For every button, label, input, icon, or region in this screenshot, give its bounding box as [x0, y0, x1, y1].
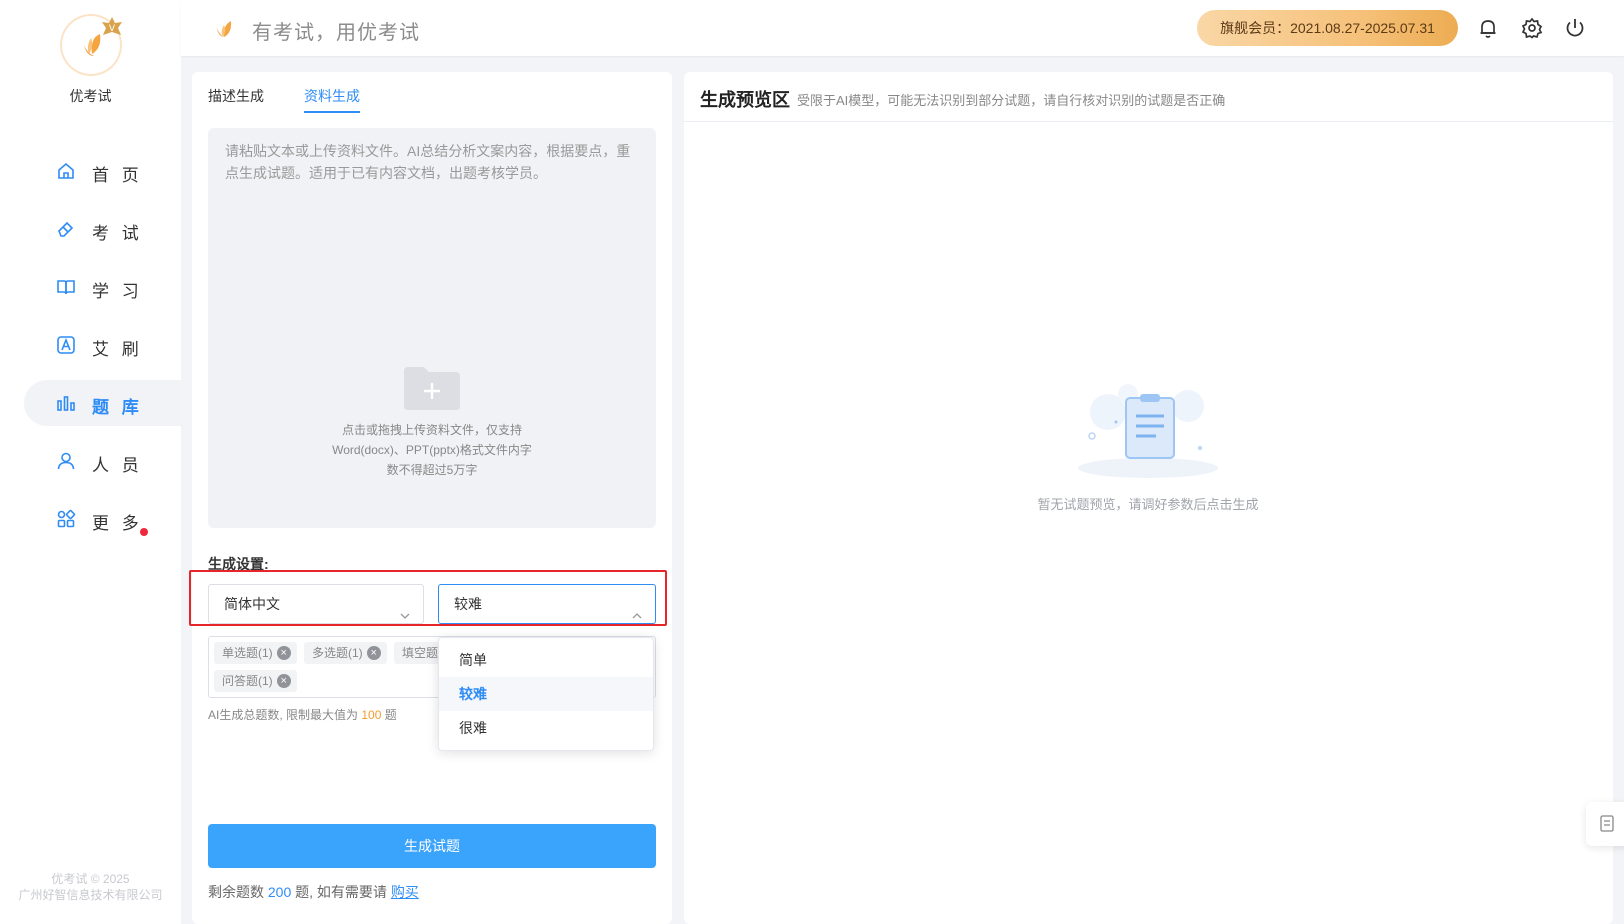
tag-label: 填空题	[402, 646, 439, 660]
remaining-count: 200	[267, 884, 292, 900]
svg-text:V: V	[109, 24, 116, 34]
apps-icon	[55, 508, 77, 530]
limit-max-value: 100	[361, 708, 382, 722]
app-logo-small	[215, 16, 235, 40]
sidebar-item-aishua[interactable]: 艾 刷	[0, 322, 181, 368]
gear-icon[interactable]	[1520, 16, 1544, 40]
language-select[interactable]: 简体中文	[208, 584, 424, 624]
sidebar-item-home[interactable]: 首 页	[0, 148, 181, 194]
remaining-prefix: 剩余题数	[208, 884, 268, 900]
dropdown-option-easy[interactable]: 简单	[439, 643, 653, 677]
eraser-icon	[55, 218, 77, 240]
tag-label: 单选题(1)	[222, 646, 273, 660]
sidebar-item-label: 考 试	[92, 224, 143, 243]
tag-short-answer[interactable]: 问答题(1) ×	[214, 670, 297, 692]
sidebar-item-more[interactable]: 更 多	[0, 496, 181, 542]
limit-note: AI生成总题数, 限制最大值为 100 题	[208, 706, 397, 723]
dropdown-option-very-hard[interactable]: 很难	[439, 711, 653, 745]
tag-multiple-choice[interactable]: 多选题(1) ×	[304, 642, 387, 664]
vip-crown-icon: V	[100, 16, 124, 40]
book-icon	[55, 276, 77, 298]
material-text-placeholder: 请粘贴文本或上传资料文件。AI总结分析文案内容，根据要点，重点生成试题。适用于已…	[225, 143, 631, 181]
header-slogan: 有考试，用优考试	[252, 22, 420, 44]
sidebar-item-exam[interactable]: 考 试	[0, 206, 181, 252]
sidebar-item-label: 艾 刷	[92, 340, 143, 359]
sidebar-item-label: 人 员	[92, 456, 143, 475]
member-badge[interactable]: 旗舰会员：2021.08.27-2025.07.31	[1197, 10, 1458, 46]
notification-dot	[140, 528, 148, 536]
dropdown-option-hard[interactable]: 较难	[439, 677, 653, 711]
sidebar-item-label: 学 习	[92, 282, 143, 301]
upload-hint-line: 点击或拖拽上传资料文件，仅支持	[341, 423, 522, 437]
bar-chart-icon	[55, 392, 77, 414]
sidebar-item-people[interactable]: 人 员	[0, 438, 181, 484]
close-icon[interactable]: ×	[276, 674, 291, 688]
upload-hint: 点击或拖拽上传资料文件，仅支持 Word(docx)、PPT(pptx)格式文件…	[300, 420, 564, 480]
footer-company: 广州好智信息技术有限公司	[18, 888, 163, 902]
remaining-mid: 题, 如有需要请	[291, 884, 391, 900]
active-tab-indicator	[304, 111, 360, 113]
sidebar-item-question-bank[interactable]: 题 库	[24, 380, 181, 426]
chevron-down-icon	[399, 598, 411, 619]
letter-a-icon	[55, 334, 77, 356]
footer-copyright: 优考试 © 2025	[51, 872, 130, 886]
difficulty-select-value: 较难	[454, 596, 482, 612]
sidebar-item-study[interactable]: 学 习	[0, 264, 181, 310]
tag-label: 多选题(1)	[312, 646, 363, 660]
power-icon[interactable]	[1563, 16, 1587, 40]
difficulty-select[interactable]: 较难	[438, 584, 656, 624]
home-icon	[55, 160, 77, 182]
empty-state-text: 暂无试题预览，请调好参数后点击生成	[1037, 497, 1259, 512]
close-icon[interactable]: ×	[276, 646, 291, 660]
limit-note-suffix: 题	[381, 708, 397, 722]
user-icon	[55, 450, 77, 472]
purchase-link[interactable]: 购买	[391, 884, 419, 900]
upload-hint-line: 数不得超过5万字	[386, 463, 478, 477]
close-icon[interactable]: ×	[366, 646, 381, 660]
tab-description-generate[interactable]: 描述生成	[208, 86, 264, 106]
upload-hint-line: Word(docx)、PPT(pptx)格式文件内字	[332, 443, 532, 457]
tag-label: 问答题(1)	[222, 674, 273, 688]
chevron-up-icon	[631, 598, 643, 619]
remaining-quota: 剩余题数 200 题, 如有需要请 购买	[208, 882, 419, 902]
sidebar-item-label: 首 页	[92, 166, 143, 185]
tab-material-generate[interactable]: 资料生成	[304, 86, 360, 106]
upload-folder-icon[interactable]	[402, 365, 462, 411]
generate-questions-button[interactable]: 生成试题	[208, 824, 656, 868]
preview-note: 受限于AI模型，可能无法识别到部分试题，请自行核对识别的试题是否正确	[797, 93, 1226, 108]
sidebar-item-label: 更 多	[92, 514, 143, 533]
divider	[684, 121, 1613, 122]
bell-icon[interactable]	[1476, 16, 1500, 40]
tag-single-choice[interactable]: 单选题(1) ×	[214, 642, 297, 664]
app-name: 优考试	[69, 88, 112, 104]
limit-note-prefix: AI生成总题数, 限制最大值为	[208, 708, 362, 722]
empty-clipboard-illustration	[1068, 372, 1228, 482]
language-select-value: 简体中文	[224, 596, 280, 612]
floating-notes-button[interactable]	[1586, 802, 1624, 846]
preview-title: 生成预览区	[700, 90, 790, 110]
sidebar-item-label: 题 库	[92, 398, 143, 417]
